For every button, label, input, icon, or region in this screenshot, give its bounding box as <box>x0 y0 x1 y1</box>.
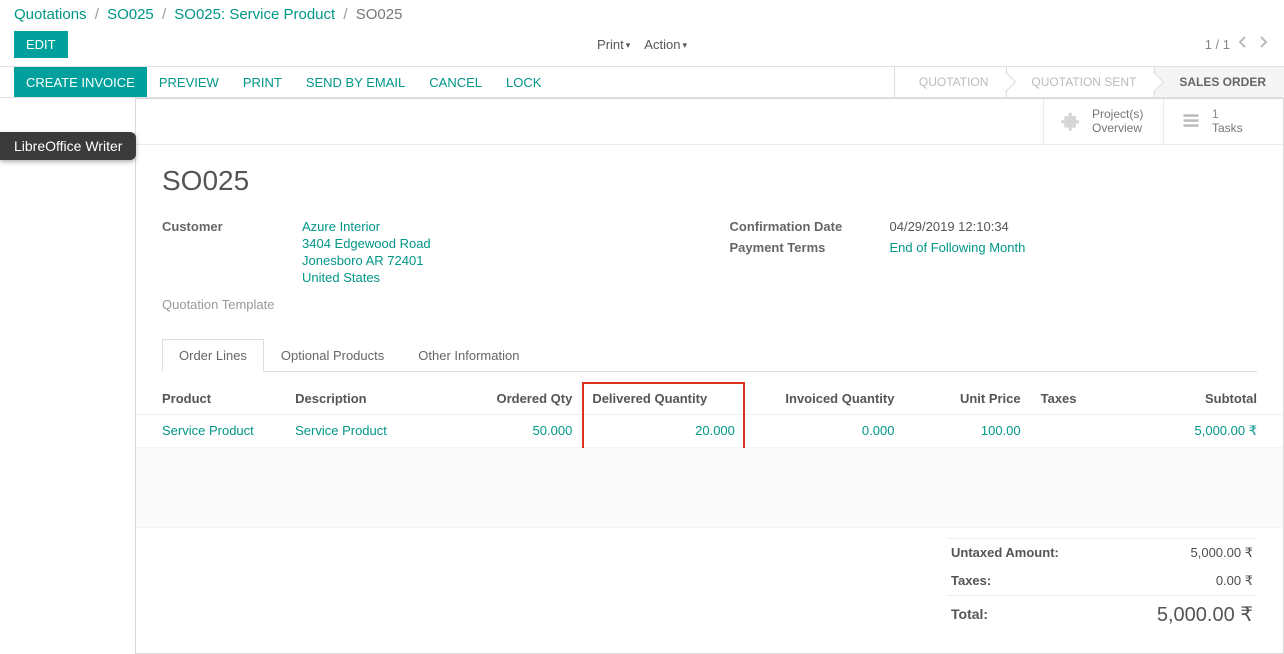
create-invoice-button[interactable]: CREATE INVOICE <box>14 67 147 97</box>
th-invoiced-qty[interactable]: Invoiced Quantity <box>744 383 905 415</box>
th-taxes[interactable]: Taxes <box>1031 383 1146 415</box>
action-menu[interactable]: Action▾ <box>644 37 687 52</box>
puzzle-icon <box>1060 110 1082 132</box>
cell-delivered-qty: 20.000 <box>695 423 735 438</box>
tab-other-information[interactable]: Other Information <box>401 339 536 372</box>
th-product[interactable]: Product <box>136 383 285 415</box>
projects-overview-button[interactable]: Project(s) Overview <box>1043 99 1163 144</box>
cell-ordered-qty: 50.000 <box>533 423 573 438</box>
record-title: SO025 <box>162 165 1257 197</box>
stage-sales-order[interactable]: SALES ORDER <box>1154 67 1284 97</box>
total-value: 5,000.00 ₹ <box>1157 602 1253 627</box>
pager-text: 1 / 1 <box>1205 37 1230 52</box>
th-description[interactable]: Description <box>285 383 446 415</box>
stat-tasks-label: Tasks <box>1212 121 1243 135</box>
th-unit-price[interactable]: Unit Price <box>904 383 1030 415</box>
tasks-icon <box>1180 110 1202 132</box>
tab-order-lines[interactable]: Order Lines <box>162 339 264 372</box>
cell-description: Service Product <box>295 423 387 438</box>
cell-subtotal: 5,000.00 ₹ <box>1195 423 1258 438</box>
untaxed-value: 5,000.00 ₹ <box>1191 545 1254 561</box>
breadcrumb-link-2[interactable]: SO025: Service Product <box>174 6 335 23</box>
customer-label: Customer <box>162 219 302 287</box>
stat-tasks-num: 1 <box>1212 107 1243 121</box>
libreoffice-writer-tag[interactable]: LibreOffice Writer <box>0 132 136 160</box>
confirmation-date-label: Confirmation Date <box>730 219 890 234</box>
edit-button[interactable]: EDIT <box>14 31 68 58</box>
order-lines-table: Product Description Ordered Qty Delivere… <box>136 382 1283 528</box>
print-button[interactable]: PRINT <box>231 67 294 97</box>
stage-quotation-sent[interactable]: QUOTATION SENT <box>1006 67 1154 97</box>
quotation-template-label: Quotation Template <box>162 297 690 312</box>
table-row[interactable]: Service Product Service Product 50.000 2… <box>136 414 1283 447</box>
breadcrumb: Quotations / SO025 / SO025: Service Prod… <box>14 6 402 23</box>
pager-prev[interactable] <box>1236 35 1250 54</box>
payment-terms-value[interactable]: End of Following Month <box>890 240 1026 255</box>
th-ordered-qty[interactable]: Ordered Qty <box>446 383 584 415</box>
lock-button[interactable]: LOCK <box>494 67 553 97</box>
th-delivered-qty[interactable]: Delivered Quantity <box>583 383 744 415</box>
status-bar: QUOTATION QUOTATION SENT SALES ORDER <box>894 67 1284 97</box>
customer-name[interactable]: Azure Interior <box>302 219 431 234</box>
customer-addr3: United States <box>302 270 431 285</box>
stat-projects-l2: Overview <box>1092 121 1143 135</box>
totals: Untaxed Amount: 5,000.00 ₹ Taxes: 0.00 ₹… <box>947 538 1257 633</box>
cell-unit-price: 100.00 <box>981 423 1021 438</box>
breadcrumb-link-1[interactable]: SO025 <box>107 6 154 23</box>
untaxed-label: Untaxed Amount: <box>951 545 1059 561</box>
toolbar: CREATE INVOICE PREVIEW PRINT SEND BY EMA… <box>0 66 1284 98</box>
confirmation-date-value: 04/29/2019 12:10:34 <box>890 219 1009 234</box>
breadcrumb-link-0[interactable]: Quotations <box>14 6 87 23</box>
send-email-button[interactable]: SEND BY EMAIL <box>294 67 417 97</box>
payment-terms-label: Payment Terms <box>730 240 890 255</box>
customer-addr1: 3404 Edgewood Road <box>302 236 431 251</box>
cell-product[interactable]: Service Product <box>162 423 254 438</box>
breadcrumb-current: SO025 <box>356 6 403 23</box>
tasks-button[interactable]: 1 Tasks <box>1163 99 1283 144</box>
preview-button[interactable]: PREVIEW <box>147 67 231 97</box>
pager-next[interactable] <box>1256 35 1270 54</box>
cancel-button[interactable]: CANCEL <box>417 67 494 97</box>
tab-optional-products[interactable]: Optional Products <box>264 339 401 372</box>
taxes-value: 0.00 ₹ <box>1216 573 1253 589</box>
taxes-label: Taxes: <box>951 573 991 589</box>
stat-projects-l1: Project(s) <box>1092 107 1143 121</box>
th-subtotal[interactable]: Subtotal <box>1145 383 1283 415</box>
print-menu[interactable]: Print▾ <box>597 37 630 52</box>
stage-quotation[interactable]: QUOTATION <box>894 67 1007 97</box>
customer-addr2: Jonesboro AR 72401 <box>302 253 431 268</box>
cell-invoiced-qty: 0.000 <box>862 423 895 438</box>
total-label: Total: <box>951 602 988 627</box>
